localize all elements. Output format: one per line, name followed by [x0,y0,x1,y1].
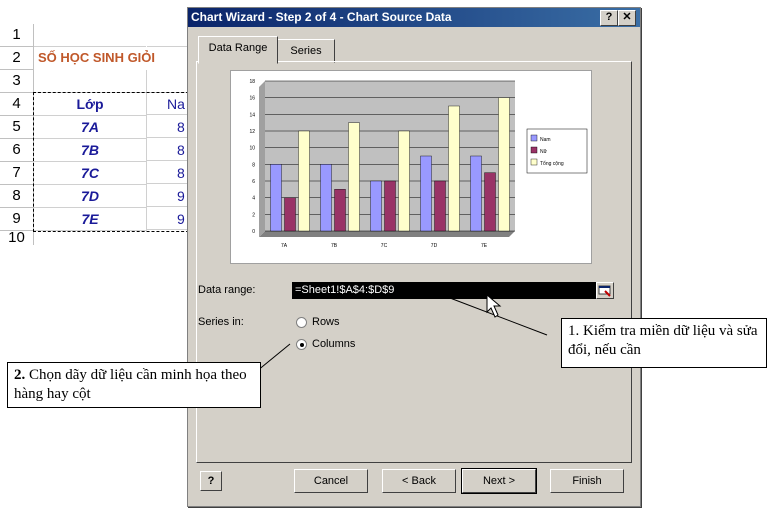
callout-lines [256,293,548,372]
callout-number: 2. [14,367,26,383]
mouse-cursor-icon [486,293,502,318]
callout-choose-series: 2. Chọn dãy dữ liệu cần minh họa theo hà… [7,362,261,408]
callout-check-range: 1. Kiểm tra miền dữ liệu và sửa đổi, nếu… [561,318,767,368]
callout-1-line [449,297,548,336]
callout-2-line [256,343,291,372]
tab-data-range[interactable]: Data Range [198,36,278,64]
callout-text: Chọn dãy dữ liệu cần minh họa theo hàng … [14,367,247,402]
